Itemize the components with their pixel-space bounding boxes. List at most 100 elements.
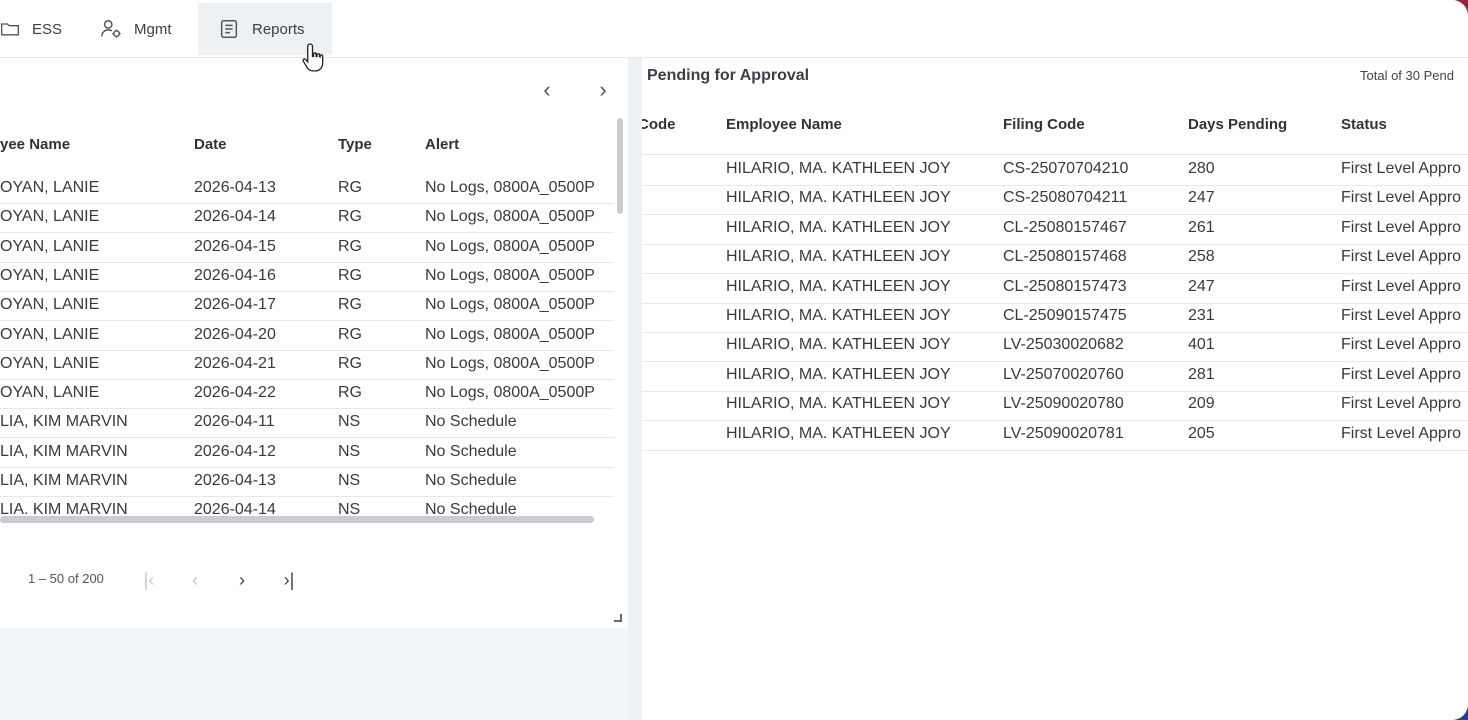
panel-divider[interactable] [628,58,642,720]
first-page-icon[interactable]: |‹ [138,568,160,592]
table-row[interactable]: HILARIO, MA. KATHLEEN JOY LV-25030020682 4… [642,332,1468,363]
cell-filing-code: CL-25080157468 [1003,248,1127,266]
cell-status: First Level Appro [1341,160,1462,177]
table-row[interactable]: OYAN, LANIE 2026-04-15 RG No Logs, 0800A_05… [0,233,614,263]
resize-handle-icon[interactable] [614,614,622,622]
table-row[interactable]: OYAN, LANIE 2026-04-16 RG No Logs, 0800A_05… [0,262,614,292]
cell-employee-name: OYAN, LANIE [0,354,100,372]
cell-employee-name: LIA, KIM MARVIN [0,413,128,431]
panel-title: Pending for Approval [647,67,810,84]
table-row[interactable]: HILARIO, MA. KATHLEEN JOY LV-25070020760 2… [642,362,1468,392]
cell-employee-name: HILARIO, MA. KATHLEEN JOY [726,424,951,442]
cell-date: 2026-04-13 [194,472,276,489]
table-row[interactable]: HILARIO, MA. KATHLEEN JOY CS-25080704211 2… [642,185,1468,216]
cell-employee-name: OYAN, LANIE [0,325,100,343]
column-header-filing-code[interactable]: Filing Code [1003,116,1085,133]
column-header-employee-name[interactable]: Employee Name [726,116,842,133]
cell-days-pending: 205 [1188,424,1215,442]
cell-employee-name: HILARIO, MA. KATHLEEN JOY [726,248,951,266]
cell-filing-code: CL-25090157475 [1003,307,1127,324]
column-header-alert[interactable]: Alert [425,136,459,153]
table-row[interactable]: HILARIO, MA. KATHLEEN JOY CS-25070704210 2… [642,156,1468,186]
next-page-icon[interactable]: › [231,568,253,592]
table-row[interactable]: OYAN, LANIE 2026-04-20 RG No Logs, 0800A_05… [0,321,614,351]
cell-type: RG [338,384,362,402]
table-row[interactable]: OYAN, LANIE 2026-04-14 RG No Logs, 0800A_05… [0,203,614,234]
cell-type: NS [338,413,361,431]
table-row[interactable]: HILARIO, MA. KATHLEEN JOY LV-25090020781 2… [642,421,1468,451]
cell-type: RG [338,296,362,314]
table-row[interactable]: LIA, KIM MARVIN 2026-04-11 NS No Schedule [0,408,614,439]
cell-filing-code: CS-25080704211 [1003,189,1128,207]
cell-employee-name: HILARIO, MA. KATHLEEN JOY [726,277,951,295]
cell-status: First Level Appro [1341,218,1462,236]
cell-status: First Level Appro [1341,395,1462,413]
table-row[interactable]: LIA, KIM MARVIN 2026-04-12 NS No Schedule [0,438,614,468]
column-header-type[interactable]: Type [338,136,372,153]
column-header-date[interactable]: Date [194,136,227,153]
column-header-days-pending[interactable]: Days Pending [1188,116,1287,133]
cell-days-pending: 247 [1188,277,1215,295]
last-page-icon[interactable]: ›| [278,568,300,592]
table-row[interactable]: HILARIO, MA. KATHLEEN JOY LV-25090020780 2… [642,391,1468,422]
cell-employee-name: HILARIO, MA. KATHLEEN JOY [726,189,951,207]
cell-employee-name: OYAN, LANIE [0,179,100,196]
table-row[interactable]: OYAN, LANIE 2026-04-17 RG No Logs, 0800A_05… [0,291,614,322]
table-row[interactable]: HILARIO, MA. KATHLEEN JOY CL-25080157468 2… [642,244,1468,275]
cell-filing-code: LV-25090020781 [1003,424,1124,442]
vertical-scrollbar[interactable] [617,118,623,214]
cell-alert: No Logs, 0800A_0500P [425,179,595,196]
table-row[interactable]: HILARIO, MA. KATHLEEN JOY CL-25090157475 2… [642,303,1468,333]
cell-days-pending: 258 [1188,248,1215,266]
previous-page-icon[interactable]: ‹ [184,568,206,592]
chevron-left-icon[interactable]: ‹ [537,78,557,102]
nav-item-mgmt[interactable]: Mgmt [86,3,196,55]
cell-date: 2026-04-22 [194,384,276,402]
cell-type: RG [338,325,362,343]
cell-employee-name: HILARIO, MA. KATHLEEN JOY [726,307,951,324]
cell-employee-name: OYAN, LANIE [0,237,100,255]
cell-filing-code: CL-25080157473 [1003,277,1127,295]
table-row[interactable]: HILARIO, MA. KATHLEEN JOY CL-25080157473 2… [642,274,1468,304]
nav-item-ess[interactable]: ESS [0,3,76,55]
pagination-range: 1 – 50 of 200 [28,571,104,586]
cell-date: 2026-04-13 [194,179,276,196]
cell-alert: No Logs, 0800A_0500P [425,237,595,255]
cell-date: 2026-04-15 [194,237,276,255]
cell-alert: No Logs, 0800A_0500P [425,296,595,314]
table-row[interactable]: HILARIO, MA. KATHLEEN JOY CL-25080157467 2… [642,215,1468,245]
table-row[interactable]: OYAN, LANIE 2026-04-13 RG No Logs, 0800A_05… [0,174,614,204]
cell-type: NS [338,442,361,460]
nav-item-label: Reports [252,20,305,38]
table-row[interactable]: LIA, KIM MARVIN 2026-04-13 NS No Schedule [0,467,614,497]
cell-type: NS [338,472,361,489]
cell-status: First Level Appro [1341,248,1462,266]
cell-days-pending: 231 [1188,307,1215,324]
cell-status: First Level Appro [1341,424,1462,442]
column-header-code[interactable]: Code [642,116,676,133]
column-header-status[interactable]: Status [1341,116,1387,133]
cell-alert: No Logs, 0800A_0500P [425,266,595,284]
table-row[interactable]: OYAN, LANIE 2026-04-22 RG No Logs, 0800A_05… [0,379,614,410]
cell-employee-name: LIA, KIM MARVIN [0,442,128,460]
cell-status: First Level Appro [1341,365,1462,383]
cell-filing-code: LV-25030020682 [1003,336,1124,354]
folder-icon [0,23,19,36]
cell-date: 2026-04-12 [194,442,276,460]
horizontal-scrollbar[interactable] [0,516,594,523]
cell-employee-name: HILARIO, MA. KATHLEEN JOY [726,336,951,354]
nav-item-label: ESS [31,20,62,38]
column-header-employee-name[interactable]: yee Name [0,136,70,153]
cell-status: First Level Appro [1341,277,1462,295]
cell-employee-name: LIA, KIM MARVIN [0,472,128,489]
header-divider [642,154,1468,155]
cell-type: RG [338,266,362,284]
hand-cursor-icon [302,43,324,72]
cell-date: 2026-04-16 [194,266,276,284]
table-row[interactable]: OYAN, LANIE 2026-04-21 RG No Logs, 0800A_05… [0,350,614,380]
cell-filing-code: CL-25080157467 [1003,218,1127,236]
chevron-right-icon[interactable]: › [593,78,613,102]
cell-type: RG [338,179,362,196]
cell-employee-name: OYAN, LANIE [0,266,100,284]
cell-days-pending: 401 [1188,336,1215,354]
